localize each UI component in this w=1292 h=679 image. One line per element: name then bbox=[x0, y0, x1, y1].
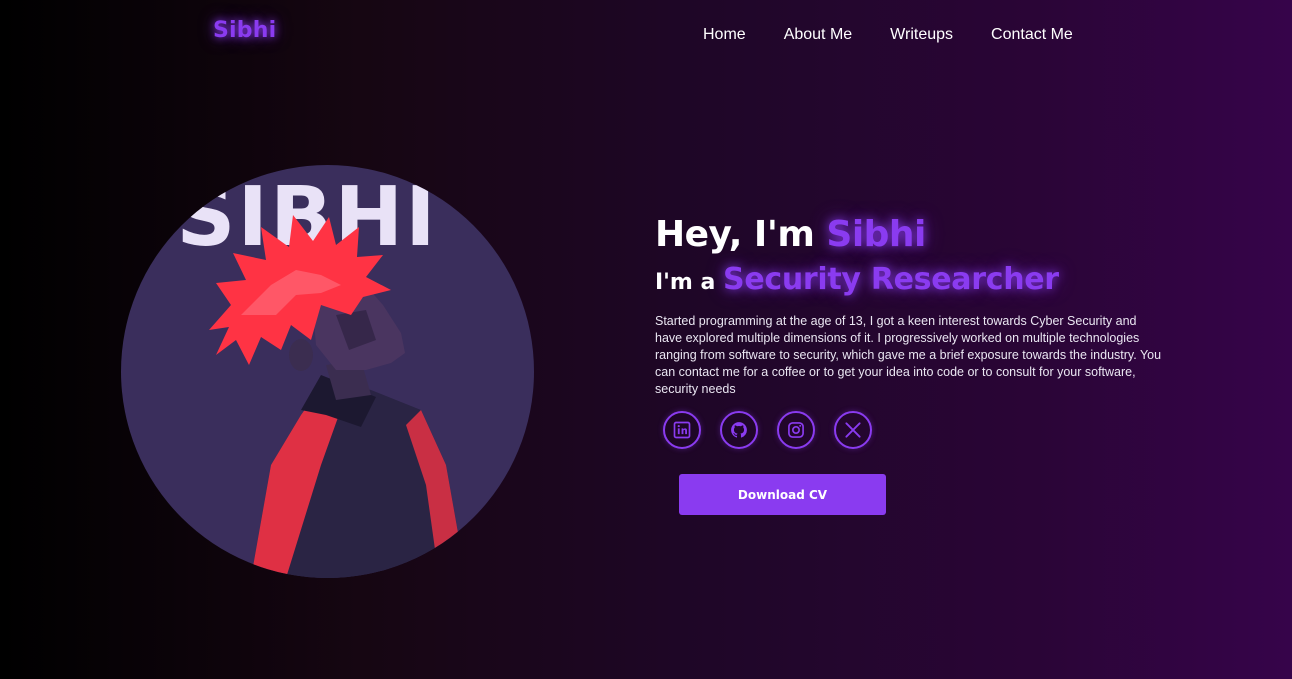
github-icon bbox=[731, 422, 747, 438]
hero-description: Started programming at the age of 13, I … bbox=[655, 314, 1162, 396]
nav-writeups[interactable]: Writeups bbox=[890, 25, 953, 45]
nav-about-me[interactable]: About Me bbox=[784, 25, 852, 45]
nav-home[interactable]: Home bbox=[703, 25, 746, 45]
site-logo[interactable]: Sibhi bbox=[213, 18, 276, 43]
main-nav: Home About Me Writeups Contact Me bbox=[703, 25, 1073, 45]
linkedin-link[interactable] bbox=[663, 411, 701, 449]
hero-heading: Hey, I'm Sibhi bbox=[655, 212, 1175, 258]
instagram-link[interactable] bbox=[777, 411, 815, 449]
x-icon bbox=[845, 422, 861, 438]
role-prefix: I'm a bbox=[655, 270, 724, 295]
social-links bbox=[663, 411, 1175, 449]
nav-contact-me[interactable]: Contact Me bbox=[991, 25, 1073, 45]
x-link[interactable] bbox=[834, 411, 872, 449]
greeting-prefix: Hey, I'm bbox=[655, 214, 827, 255]
download-cv-button[interactable]: Download CV bbox=[679, 474, 886, 515]
avatar-illustration: SIBHI bbox=[176, 170, 466, 578]
hero-subheading: I'm a Security Researcher bbox=[655, 260, 1175, 303]
hero-section: Hey, I'm Sibhi I'm a Security Researcher… bbox=[655, 212, 1175, 449]
instagram-icon bbox=[788, 422, 804, 438]
hero-role: Security Researcher bbox=[723, 262, 1059, 297]
github-link[interactable] bbox=[720, 411, 758, 449]
profile-avatar: SIBHI bbox=[121, 165, 534, 578]
hero-name: Sibhi bbox=[826, 214, 926, 255]
linkedin-icon bbox=[673, 421, 691, 439]
